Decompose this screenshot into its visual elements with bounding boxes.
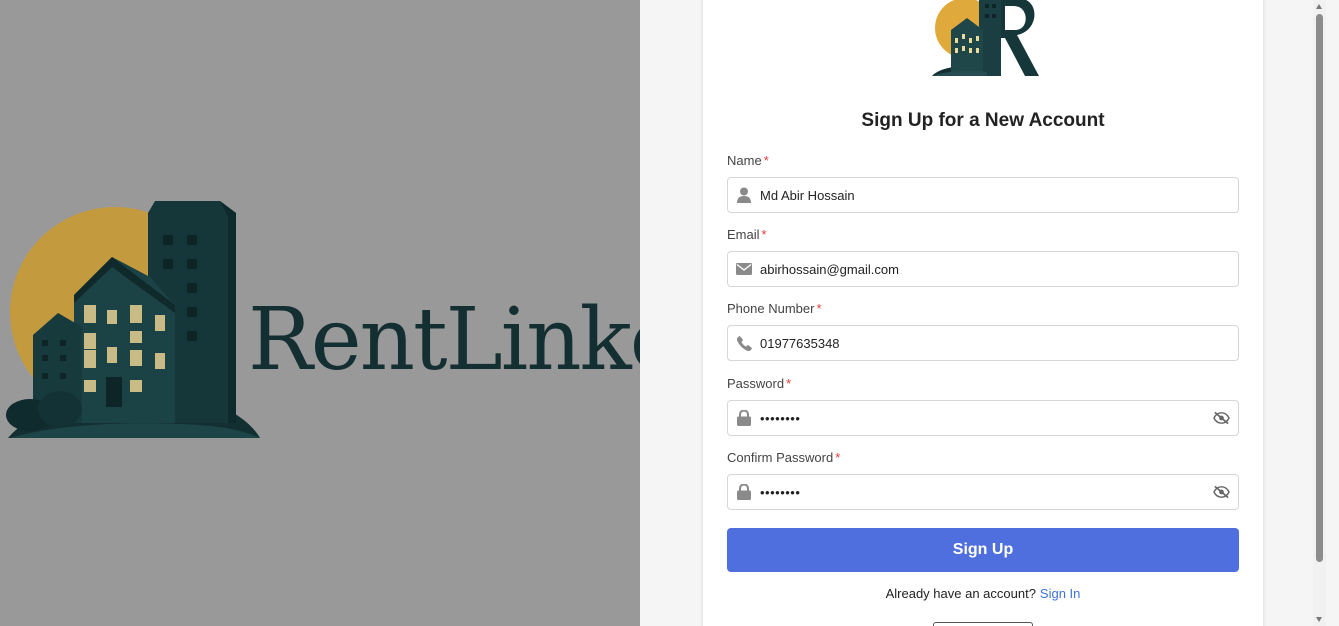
rentlinker-logo: RentLinker <box>6 201 640 438</box>
phone-field-group: Phone Number * <box>727 301 1239 361</box>
sign-up-button[interactable]: Sign Up <box>727 528 1239 572</box>
password-field-group: Password * <box>727 376 1239 436</box>
eye-slash-icon[interactable] <box>1204 411 1238 425</box>
password-input-wrapper <box>727 400 1239 436</box>
name-label: Name * <box>727 153 769 168</box>
rentlinker-logo-mark <box>932 0 1039 76</box>
phone-input[interactable] <box>760 326 1238 360</box>
brand-panel: RentLinker <box>0 0 640 626</box>
lock-icon <box>728 484 760 500</box>
phone-input-wrapper <box>727 325 1239 361</box>
confirm-password-label: Confirm Password * <box>727 450 841 465</box>
confirm-password-field-group: Confirm Password * <box>727 450 1239 510</box>
required-mark: * <box>761 227 767 242</box>
signin-prompt-row: Already have an account? Sign In <box>703 586 1263 601</box>
email-label: Email * <box>727 227 767 242</box>
phone-label: Phone Number * <box>727 301 822 316</box>
password-label: Password * <box>727 376 792 391</box>
name-field-group: Name * <box>727 153 1239 213</box>
confirm-password-input[interactable] <box>760 475 1204 509</box>
secondary-button[interactable] <box>933 622 1033 626</box>
signin-prompt-text: Already have an account? <box>885 586 1036 601</box>
lock-icon <box>728 410 760 426</box>
email-field-group: Email * <box>727 227 1239 287</box>
email-input[interactable] <box>760 252 1238 286</box>
brand-wordmark: RentLinker <box>248 290 640 390</box>
envelope-icon <box>728 263 760 275</box>
scroll-thumb[interactable] <box>1316 14 1323 562</box>
signup-panel: Sign Up for a New Account Name* Email* <box>640 0 1326 626</box>
scroll-down-arrow-icon[interactable] <box>1316 617 1322 622</box>
scrollbar[interactable] <box>1313 0 1326 626</box>
email-input-wrapper <box>727 251 1239 287</box>
sign-in-link[interactable]: Sign In <box>1040 586 1080 601</box>
user-icon <box>728 187 760 203</box>
name-input-wrapper <box>727 177 1239 213</box>
required-mark: * <box>816 301 822 316</box>
name-input[interactable] <box>760 178 1238 212</box>
password-input[interactable] <box>760 401 1204 435</box>
scroll-up-arrow-icon[interactable] <box>1316 4 1322 9</box>
eye-slash-icon[interactable] <box>1204 485 1238 499</box>
page-title: Sign Up for a New Account <box>861 110 1105 131</box>
phone-icon <box>728 335 760 351</box>
required-mark: * <box>835 450 841 465</box>
signup-card: Sign Up for a New Account Name* Email* <box>703 0 1263 626</box>
required-mark: * <box>763 153 769 168</box>
confirm-password-input-wrapper <box>727 474 1239 510</box>
required-mark: * <box>786 376 792 391</box>
